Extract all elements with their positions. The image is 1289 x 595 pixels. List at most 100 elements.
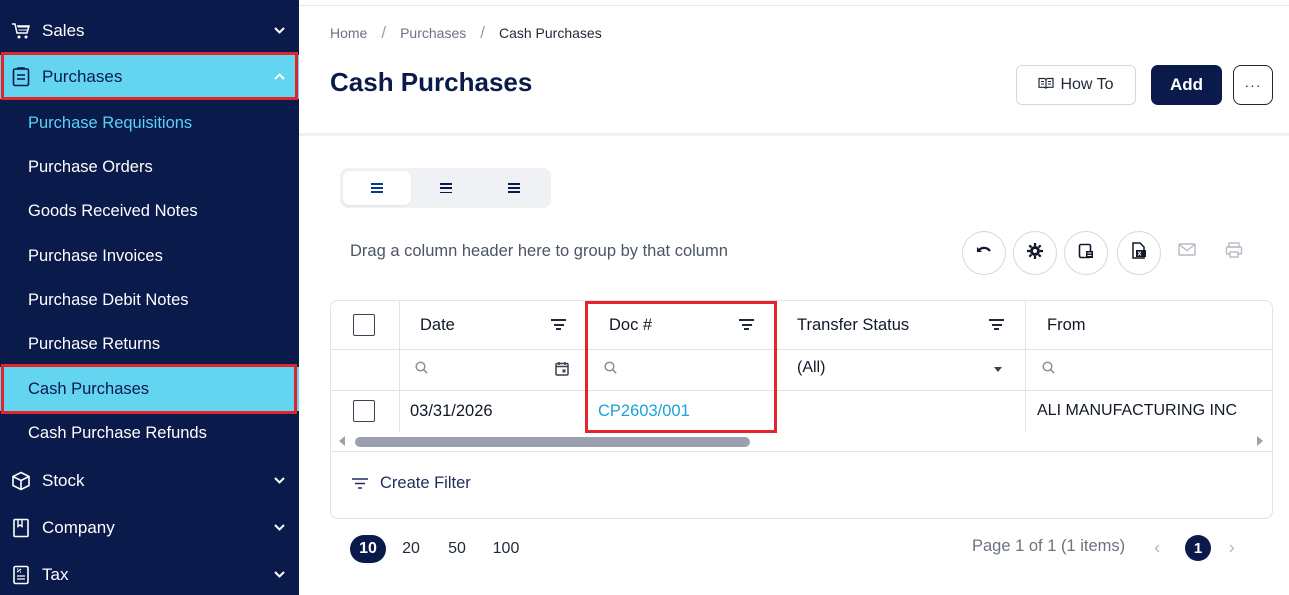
dropdown-caret-icon[interactable] xyxy=(994,367,1002,372)
page-number-button[interactable]: 1 xyxy=(1185,535,1211,561)
sidebar-item-company[interactable]: Company xyxy=(0,505,299,551)
checkbox-box xyxy=(353,400,375,422)
sidebar-item-label: Cash Purchases xyxy=(28,379,150,398)
column-header-from[interactable]: From xyxy=(1047,314,1086,336)
sidebar-item-label: Purchase Orders xyxy=(28,157,153,176)
sidebar-item-label: Purchase Requisitions xyxy=(28,113,193,132)
cart-icon xyxy=(10,20,32,42)
date-picker-button[interactable] xyxy=(555,361,569,381)
grid-divider xyxy=(399,301,400,432)
export-excel-button[interactable] xyxy=(1117,231,1161,275)
create-filter-label: Create Filter xyxy=(380,474,471,492)
row-doc-link[interactable]: CP2603/001 xyxy=(598,400,690,422)
sidebar-item-label: Purchase Returns xyxy=(28,334,161,353)
sidebar-item-label: Sales xyxy=(42,21,85,40)
prev-page-button[interactable] xyxy=(1154,541,1160,556)
select-all-checkbox[interactable] xyxy=(353,314,375,336)
view-list-button[interactable] xyxy=(480,171,548,205)
print-button[interactable] xyxy=(1222,240,1246,264)
sidebar-item-label: Stock xyxy=(42,471,85,490)
transfer-status-filter-select[interactable]: (All) xyxy=(797,359,825,377)
chevron-down-icon xyxy=(274,475,285,487)
grid-divider xyxy=(1025,301,1026,432)
breadcrumb-current: Cash Purchases xyxy=(498,25,602,41)
filter-icon[interactable] xyxy=(739,319,754,330)
sidebar-item-purchase-debit-notes[interactable]: Purchase Debit Notes xyxy=(0,278,299,322)
sidebar-item-purchase-invoices[interactable]: Purchase Invoices xyxy=(0,234,299,278)
how-to-button[interactable]: How To xyxy=(1016,65,1136,105)
chevron-down-icon xyxy=(274,25,285,37)
row-checkbox[interactable] xyxy=(353,400,375,422)
grid-divider xyxy=(586,301,587,432)
grid-divider xyxy=(775,301,776,432)
grid-divider xyxy=(331,349,1272,350)
search-icon xyxy=(415,361,428,377)
breadcrumb-purchases[interactable]: Purchases xyxy=(400,25,466,41)
chevron-down-icon xyxy=(274,569,285,581)
column-header-transfer-status[interactable]: Transfer Status xyxy=(797,314,909,336)
sidebar-item-purchase-orders[interactable]: Purchase Orders xyxy=(0,145,299,189)
sidebar-item-sales[interactable]: Sales xyxy=(0,8,299,54)
sidebar-item-label: Purchases xyxy=(42,67,123,86)
list-view-icon xyxy=(508,183,520,193)
create-filter-button[interactable]: Create Filter xyxy=(352,474,471,493)
scroll-left-arrow-icon[interactable] xyxy=(339,436,345,446)
column-chooser-icon xyxy=(1078,243,1094,264)
column-header-date[interactable]: Date xyxy=(420,314,455,336)
add-button[interactable]: Add xyxy=(1151,65,1222,105)
column-header-doc-number[interactable]: Doc # xyxy=(609,314,652,336)
from-filter-input[interactable] xyxy=(1042,361,1055,377)
tax-calculator-icon xyxy=(10,564,32,586)
sidebar-item-purchases[interactable]: Purchases xyxy=(0,55,299,99)
sidebar-item-label: Purchase Invoices xyxy=(28,246,163,265)
undo-button[interactable] xyxy=(962,231,1006,275)
checkbox-box xyxy=(353,314,375,336)
grid-divider xyxy=(331,390,1272,391)
row-from: ALI MANUFACTURING INC xyxy=(1037,402,1238,419)
sidebar-item-cash-purchase-refunds[interactable]: Cash Purchase Refunds xyxy=(0,411,299,455)
settings-button[interactable] xyxy=(1013,231,1057,275)
breadcrumb-separator: / xyxy=(381,23,387,42)
undo-icon xyxy=(975,244,993,263)
more-options-button[interactable]: ··· xyxy=(1233,65,1273,105)
doc-filter-input[interactable] xyxy=(604,361,617,377)
gear-icon xyxy=(1027,242,1043,264)
filter-icon[interactable] xyxy=(989,319,1004,330)
page-size-20[interactable]: 20 xyxy=(400,535,422,563)
sidebar-item-purchase-returns[interactable]: Purchase Returns xyxy=(0,322,299,366)
compact-view-icon xyxy=(440,183,452,193)
email-button[interactable] xyxy=(1175,240,1199,264)
scrollbar-thumb[interactable] xyxy=(355,437,750,447)
page-title: Cash Purchases xyxy=(330,67,533,97)
date-filter-input[interactable] xyxy=(415,361,428,377)
header-divider xyxy=(299,133,1289,136)
sidebar-item-goods-received-notes[interactable]: Goods Received Notes xyxy=(0,189,299,233)
page-info: Page 1 of 1 (1 items) xyxy=(972,537,1126,555)
view-standard-button[interactable] xyxy=(343,171,411,205)
sidebar-item-purchase-requisitions[interactable]: Purchase Requisitions xyxy=(0,101,299,145)
page-size-50[interactable]: 50 xyxy=(446,535,468,563)
printer-icon xyxy=(1225,241,1243,263)
sidebar-item-tax[interactable]: Tax xyxy=(0,552,299,595)
sidebar-item-stock[interactable]: Stock xyxy=(0,458,299,504)
view-compact-button[interactable] xyxy=(412,171,480,205)
page-size-10[interactable]: 10 xyxy=(350,535,386,563)
how-to-label: How To xyxy=(1060,76,1114,93)
mail-icon xyxy=(1178,243,1196,261)
cube-icon xyxy=(10,470,32,492)
column-chooser-button[interactable] xyxy=(1064,231,1108,275)
sidebar-item-label: Tax xyxy=(42,565,69,584)
sidebar-item-cash-purchases[interactable]: Cash Purchases xyxy=(0,367,299,411)
page-size-100[interactable]: 100 xyxy=(492,535,520,563)
next-page-button[interactable] xyxy=(1229,541,1235,556)
sidebar-item-label: Purchase Debit Notes xyxy=(28,290,189,309)
scroll-right-arrow-icon[interactable] xyxy=(1257,436,1263,446)
grid-view-icon xyxy=(371,183,383,193)
excel-export-icon xyxy=(1131,242,1147,264)
group-panel-hint: Drag a column header here to group by th… xyxy=(350,242,728,260)
sidebar: Sales Purchases Purchase Requisitions Pu… xyxy=(0,0,299,595)
sidebar-item-label: Company xyxy=(42,518,115,537)
filter-icon[interactable] xyxy=(551,319,566,330)
document-icon xyxy=(10,517,32,539)
breadcrumb-home[interactable]: Home xyxy=(330,25,367,41)
